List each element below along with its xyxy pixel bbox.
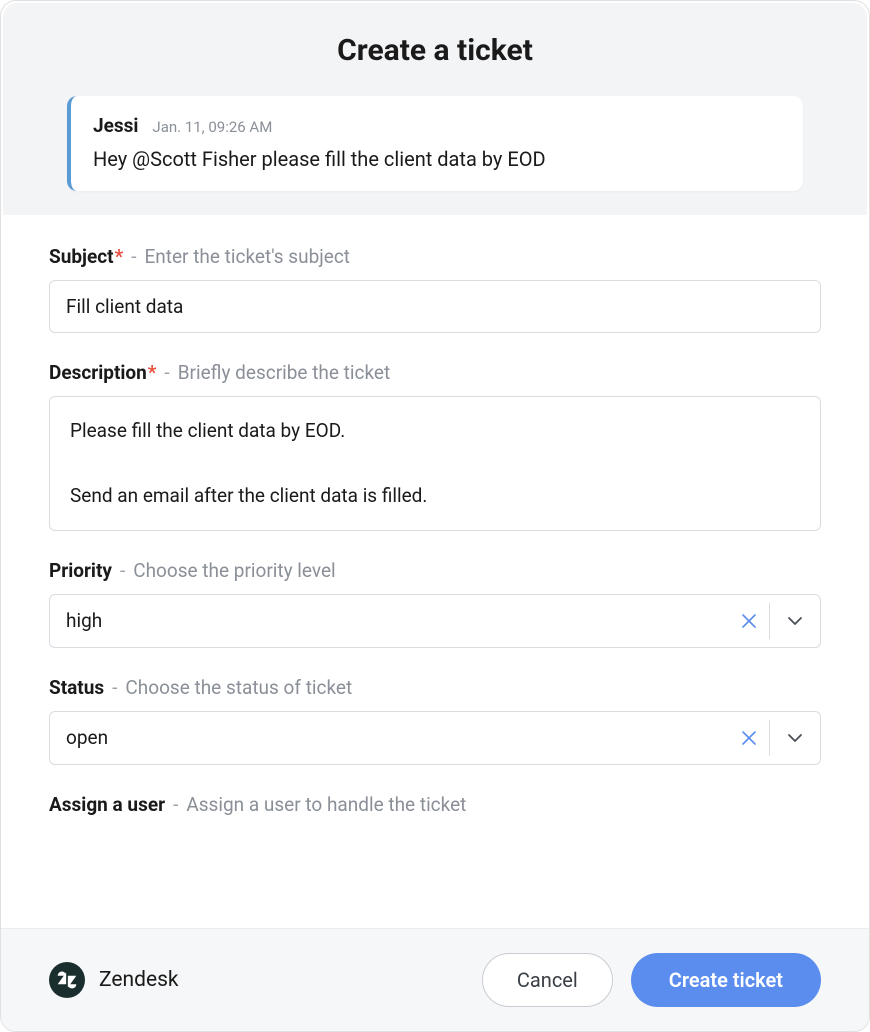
source-message-card: Jessi Jan. 11, 09:26 AM Hey @Scott Fishe… [67, 96, 803, 191]
priority-value[interactable]: high [50, 595, 729, 647]
status-select[interactable]: open [49, 711, 821, 765]
message-timestamp: Jan. 11, 09:26 AM [152, 118, 272, 136]
hint-separator: - [173, 793, 178, 816]
message-body: Hey @Scott Fisher please fill the client… [93, 145, 781, 173]
subject-label-row: Subject* - Enter the ticket's subject [49, 245, 821, 268]
priority-clear-button[interactable] [729, 595, 769, 647]
priority-dropdown-toggle[interactable] [770, 595, 820, 647]
chevron-down-icon [786, 612, 804, 630]
status-dropdown-toggle[interactable] [770, 712, 820, 764]
subject-label: Subject* [49, 245, 123, 268]
zendesk-logo-icon [56, 969, 78, 991]
assign-hint: Assign a user to handle the ticket [186, 793, 466, 816]
status-label: Status [49, 676, 104, 699]
footer-actions: Cancel Create ticket [482, 953, 821, 1007]
required-star: * [115, 245, 124, 268]
message-author: Jessi [93, 114, 138, 137]
brand-label: Zendesk [99, 968, 179, 992]
status-clear-button[interactable] [729, 712, 769, 764]
assign-group: Assign a user - Assign a user to handle … [49, 793, 821, 816]
hint-separator: - [120, 559, 125, 582]
footer: Zendesk Cancel Create ticket [1, 928, 869, 1031]
subject-group: Subject* - Enter the ticket's subject [49, 245, 821, 333]
status-group: Status - Choose the status of ticket ope… [49, 676, 821, 765]
hint-separator: - [112, 676, 117, 699]
status-label-row: Status - Choose the status of ticket [49, 676, 821, 699]
header-section: Create a ticket Jessi Jan. 11, 09:26 AM … [3, 3, 867, 215]
footer-brand: Zendesk [49, 962, 482, 998]
cancel-button[interactable]: Cancel [482, 953, 613, 1007]
create-ticket-button[interactable]: Create ticket [631, 953, 821, 1007]
subject-hint: Enter the ticket's subject [144, 245, 350, 268]
assign-label: Assign a user [49, 793, 165, 816]
priority-group: Priority - Choose the priority level hig… [49, 559, 821, 648]
page-title: Create a ticket [27, 33, 843, 68]
subject-input[interactable] [49, 280, 821, 333]
zendesk-icon [49, 962, 85, 998]
priority-select[interactable]: high [49, 594, 821, 648]
priority-label: Priority [49, 559, 112, 582]
status-value[interactable]: open [50, 712, 729, 764]
form-section: Subject* - Enter the ticket's subject De… [1, 215, 869, 1031]
assign-label-row: Assign a user - Assign a user to handle … [49, 793, 821, 816]
status-hint: Choose the status of ticket [125, 676, 352, 699]
description-input[interactable]: Please fill the client data by EOD. Send… [49, 396, 821, 531]
create-ticket-modal: Create a ticket Jessi Jan. 11, 09:26 AM … [0, 0, 870, 1032]
chevron-down-icon [786, 729, 804, 747]
description-group: Description* - Briefly describe the tick… [49, 361, 821, 531]
description-label-row: Description* - Briefly describe the tick… [49, 361, 821, 384]
priority-hint: Choose the priority level [133, 559, 335, 582]
hint-separator: - [164, 361, 169, 384]
hint-separator: - [131, 245, 136, 268]
close-icon [742, 614, 756, 628]
description-label: Description* [49, 361, 156, 384]
description-hint: Briefly describe the ticket [178, 361, 391, 384]
required-star: * [148, 361, 157, 384]
close-icon [742, 731, 756, 745]
priority-label-row: Priority - Choose the priority level [49, 559, 821, 582]
message-header: Jessi Jan. 11, 09:26 AM [93, 114, 781, 137]
